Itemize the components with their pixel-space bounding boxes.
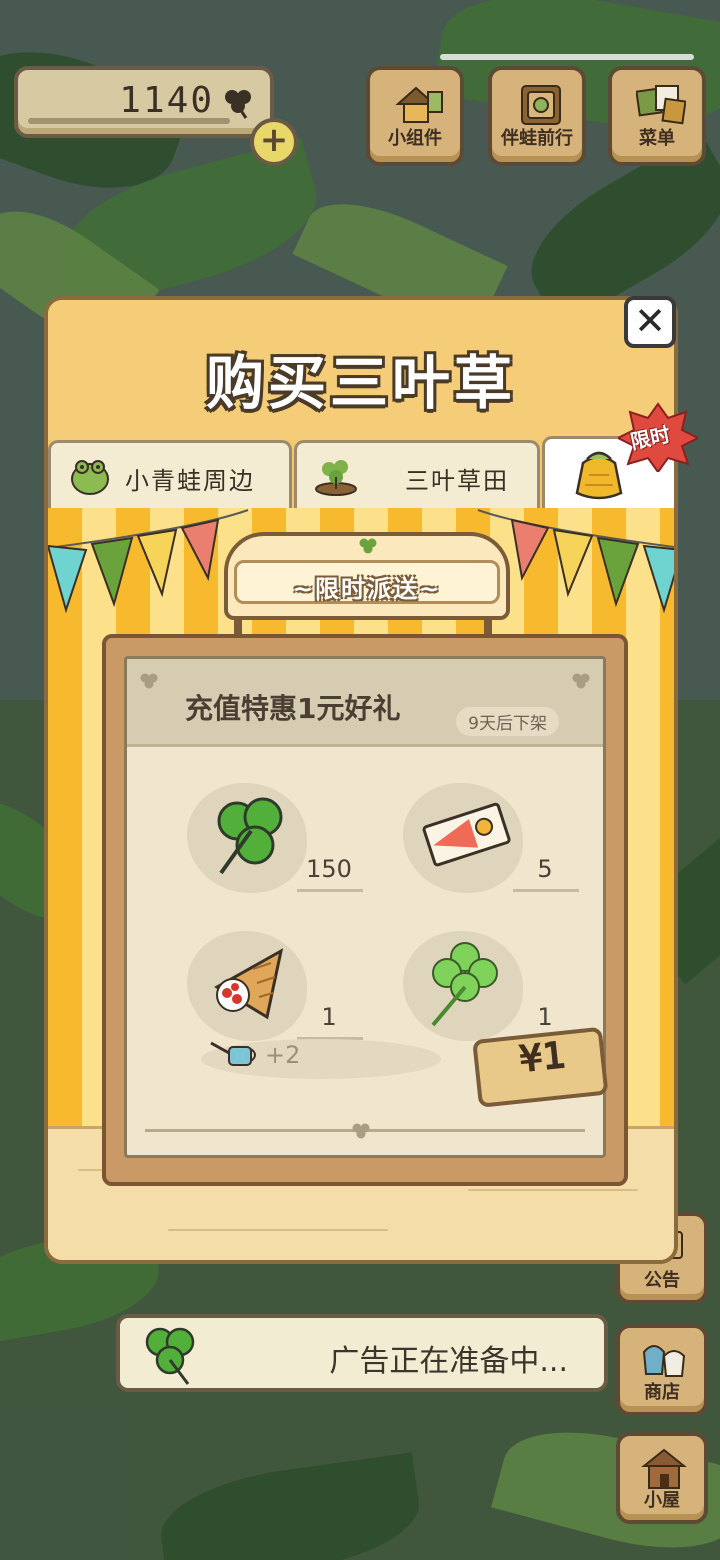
frog-travel-label: 伴蛙前行: [501, 128, 573, 149]
menu-button[interactable]: 菜单: [608, 66, 706, 166]
frog-travel-button[interactable]: 伴蛙前行: [488, 66, 586, 166]
reward-item-clover: 150: [179, 773, 369, 903]
clover-icon: [572, 673, 590, 689]
notice-label: 公告: [644, 1270, 680, 1291]
clover-icon: [217, 797, 283, 875]
book-icon: [521, 85, 561, 125]
tab-clover-field[interactable]: 三叶草田: [294, 440, 540, 508]
limited-delivery-sign: ~限时派送~: [224, 532, 510, 620]
reward-qty: 1: [321, 1003, 337, 1031]
tab-frog-goods-label: 小青蛙周边: [125, 467, 255, 495]
reward-qty: 150: [306, 855, 352, 883]
sign-text: ~限时派送~: [292, 575, 442, 603]
extra-reward: +2: [201, 1035, 441, 1079]
offer-deadline: 9天后下架: [456, 707, 559, 736]
offer-name: 充值特惠1元好礼: [185, 692, 401, 725]
dialog-title: 购买三叶草: [205, 349, 516, 417]
menu-icon: [636, 85, 686, 125]
menu-label: 菜单: [639, 128, 675, 149]
offer-card[interactable]: 充值特惠1元好礼 9天后下架 150 5 1 1 +2 ¥1: [102, 634, 628, 1186]
widgets-label: 小组件: [388, 128, 442, 149]
reward-item-croissant: 1: [179, 921, 369, 1051]
clover-icon: [145, 1327, 195, 1385]
ad-status-text: 广告正在准备中...: [329, 1344, 568, 1379]
clover-icon: [352, 1123, 370, 1139]
add-clover-button[interactable]: +: [250, 118, 298, 166]
extra-reward-count: +2: [265, 1041, 301, 1069]
buy-clover-dialog: 购买三叶草 小青蛙周边 三叶草田 ~限时派送~ 充值特惠1元好礼 9天后下架 1…: [44, 296, 678, 1264]
clover-count: 1140: [119, 80, 214, 121]
clover-counter: 1140: [14, 66, 274, 138]
frog-icon: [71, 460, 109, 495]
widget-icon: [395, 86, 443, 123]
house-button[interactable]: 小屋: [616, 1432, 708, 1524]
clover-icon: [359, 538, 377, 554]
ad-reward-bar[interactable]: 广告正在准备中...: [116, 1314, 608, 1392]
close-button[interactable]: ✕: [624, 296, 676, 348]
croissant-icon: [214, 948, 284, 1020]
house-icon: [641, 1448, 687, 1489]
reward-item-ticket: 5: [395, 773, 585, 903]
clover-icon: [225, 90, 251, 119]
widgets-button[interactable]: 小组件: [366, 66, 464, 166]
shop-button[interactable]: 商店: [616, 1324, 708, 1416]
sprout-icon: [315, 460, 357, 496]
reward-qty: 5: [537, 855, 553, 883]
tab-frog-goods[interactable]: 小青蛙周边: [48, 440, 292, 508]
watering-can-icon: [210, 1041, 256, 1066]
price-tag-button[interactable]: ¥1: [471, 1018, 614, 1110]
clover-icon: [140, 673, 158, 689]
shop-bags-icon: [642, 1345, 686, 1377]
shop-label: 商店: [644, 1382, 680, 1403]
ticket-icon: [422, 802, 511, 867]
top-indicator: [440, 54, 694, 60]
four-leaf-clover-icon: [431, 942, 498, 1027]
limited-badge: 限时: [615, 402, 701, 474]
house-label: 小屋: [644, 1490, 680, 1511]
tab-clover-field-label: 三叶草田: [405, 467, 509, 495]
